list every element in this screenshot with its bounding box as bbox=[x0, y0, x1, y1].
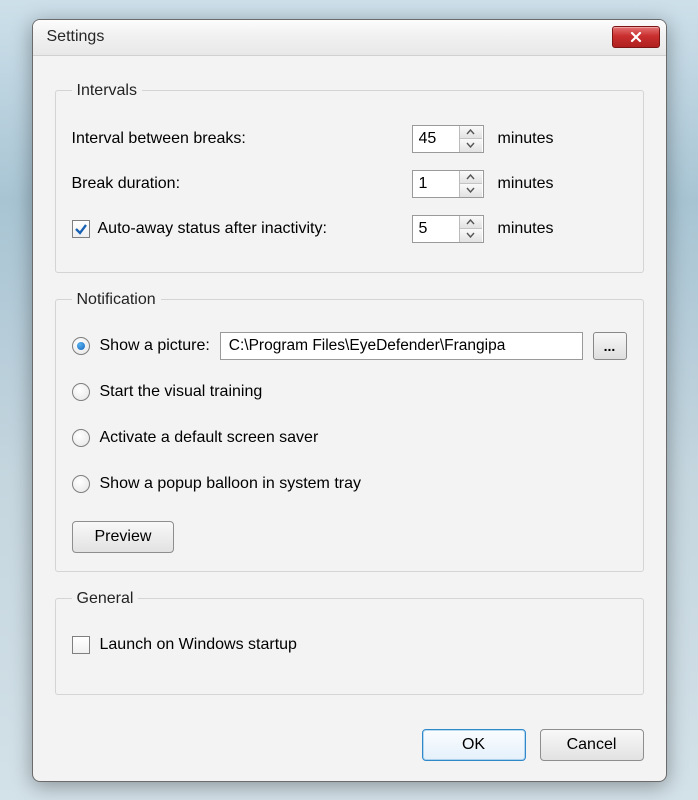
show-picture-row: Show a picture: C:\Program Files\EyeDefe… bbox=[72, 331, 627, 361]
popup-balloon-radio[interactable] bbox=[72, 475, 90, 493]
picture-path-input[interactable]: C:\Program Files\EyeDefender\Frangipa bbox=[220, 332, 583, 360]
auto-away-up[interactable] bbox=[460, 216, 482, 230]
screen-saver-row: Activate a default screen saver bbox=[72, 423, 627, 453]
preview-button[interactable]: Preview bbox=[72, 521, 175, 553]
close-button[interactable] bbox=[612, 26, 660, 48]
auto-away-row: Auto-away status after inactivity: minut… bbox=[72, 209, 627, 249]
browse-button[interactable]: ... bbox=[593, 332, 627, 360]
screen-saver-label: Activate a default screen saver bbox=[100, 429, 319, 447]
visual-training-row: Start the visual training bbox=[72, 377, 627, 407]
check-icon bbox=[74, 222, 88, 236]
visual-training-label: Start the visual training bbox=[100, 383, 263, 401]
ok-button[interactable]: OK bbox=[422, 729, 526, 761]
interval-between-input[interactable] bbox=[413, 126, 459, 152]
close-icon bbox=[630, 31, 642, 43]
break-duration-up[interactable] bbox=[460, 171, 482, 185]
show-picture-radio[interactable] bbox=[72, 337, 90, 355]
chevron-down-icon bbox=[466, 232, 475, 238]
titlebar: Settings bbox=[33, 20, 666, 56]
break-duration-input[interactable] bbox=[413, 171, 459, 197]
break-duration-down[interactable] bbox=[460, 184, 482, 197]
interval-between-up[interactable] bbox=[460, 126, 482, 140]
notification-group: Notification Show a picture: C:\Program … bbox=[55, 291, 644, 572]
interval-between-row: Interval between breaks: minutes bbox=[72, 119, 627, 159]
general-legend: General bbox=[72, 590, 139, 608]
launch-startup-row: Launch on Windows startup bbox=[72, 630, 627, 660]
dialog-content: Intervals Interval between breaks: minut… bbox=[33, 56, 666, 721]
visual-training-radio[interactable] bbox=[72, 383, 90, 401]
notification-legend: Notification bbox=[72, 291, 161, 309]
chevron-up-icon bbox=[466, 129, 475, 135]
intervals-legend: Intervals bbox=[72, 82, 142, 100]
intervals-group: Intervals Interval between breaks: minut… bbox=[55, 82, 644, 273]
chevron-down-icon bbox=[466, 187, 475, 193]
auto-away-spinner[interactable] bbox=[412, 215, 484, 243]
auto-away-input[interactable] bbox=[413, 216, 459, 242]
break-duration-spinner[interactable] bbox=[412, 170, 484, 198]
auto-away-checkbox[interactable] bbox=[72, 220, 90, 238]
interval-between-unit: minutes bbox=[498, 130, 554, 148]
popup-balloon-row: Show a popup balloon in system tray bbox=[72, 469, 627, 499]
window-title: Settings bbox=[47, 28, 612, 46]
auto-away-down[interactable] bbox=[460, 229, 482, 242]
launch-startup-label: Launch on Windows startup bbox=[100, 636, 297, 654]
show-picture-label: Show a picture: bbox=[100, 337, 210, 355]
interval-between-down[interactable] bbox=[460, 139, 482, 152]
chevron-up-icon bbox=[466, 219, 475, 225]
chevron-down-icon bbox=[466, 142, 475, 148]
general-group: General Launch on Windows startup bbox=[55, 590, 644, 695]
auto-away-label: Auto-away status after inactivity: bbox=[98, 220, 327, 238]
screen-saver-radio[interactable] bbox=[72, 429, 90, 447]
launch-startup-checkbox[interactable] bbox=[72, 636, 90, 654]
break-duration-unit: minutes bbox=[498, 175, 554, 193]
chevron-up-icon bbox=[466, 174, 475, 180]
cancel-button[interactable]: Cancel bbox=[540, 729, 644, 761]
popup-balloon-label: Show a popup balloon in system tray bbox=[100, 475, 361, 493]
auto-away-unit: minutes bbox=[498, 220, 554, 238]
interval-between-label: Interval between breaks: bbox=[72, 130, 246, 148]
interval-between-spinner[interactable] bbox=[412, 125, 484, 153]
dialog-footer: OK Cancel bbox=[33, 721, 666, 781]
settings-dialog: Settings Intervals Interval between brea… bbox=[32, 19, 667, 782]
break-duration-row: Break duration: minutes bbox=[72, 164, 627, 204]
break-duration-label: Break duration: bbox=[72, 175, 181, 193]
